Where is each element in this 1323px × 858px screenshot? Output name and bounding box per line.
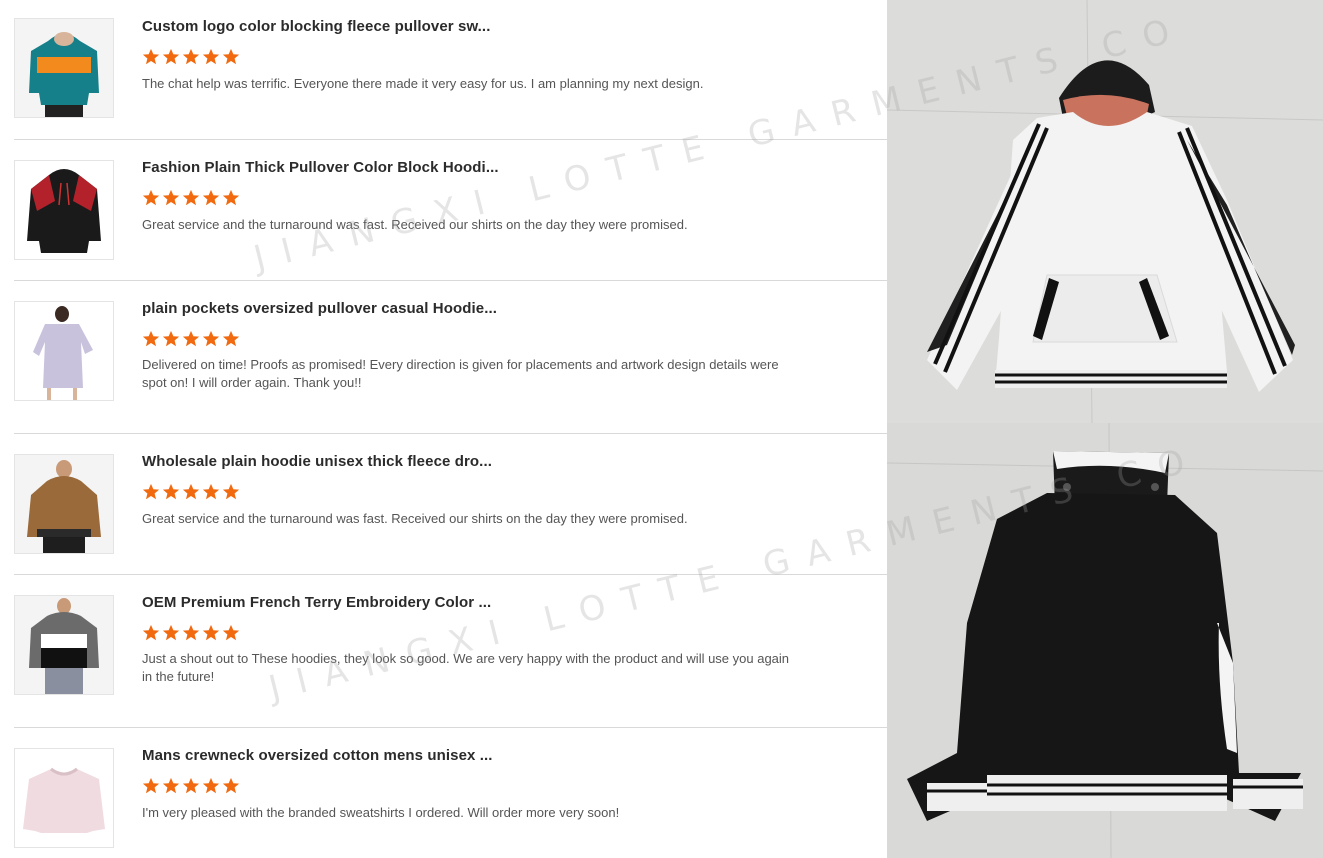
product-title[interactable]: Wholesale plain hoodie unisex thick flee… — [142, 453, 502, 470]
review-item: Mans crewneck oversized cotton mens unis… — [0, 728, 887, 858]
review-text: Great service and the turnaround was fas… — [142, 217, 688, 232]
product-title[interactable]: OEM Premium French Terry Embroidery Colo… — [142, 594, 502, 611]
product-thumbnail[interactable] — [14, 160, 114, 260]
product-title[interactable]: Fashion Plain Thick Pullover Color Block… — [142, 159, 502, 176]
product-thumbnail[interactable] — [14, 454, 114, 554]
star-icon — [222, 48, 240, 65]
product-thumbnail[interactable] — [14, 18, 114, 118]
star-icon — [162, 777, 180, 794]
star-icon — [142, 48, 160, 65]
rating-stars — [142, 48, 240, 66]
product-photo-front[interactable] — [887, 0, 1323, 423]
star-icon — [162, 189, 180, 206]
product-thumbnail[interactable] — [14, 301, 114, 401]
star-icon — [182, 189, 200, 206]
star-icon — [222, 483, 240, 500]
star-icon — [222, 189, 240, 206]
product-photo-back[interactable] — [887, 423, 1323, 858]
star-icon — [202, 330, 220, 347]
star-icon — [162, 483, 180, 500]
product-title[interactable]: Custom logo color blocking fleece pullov… — [142, 18, 502, 35]
review-list: Custom logo color blocking fleece pullov… — [0, 0, 887, 858]
product-title[interactable]: Mans crewneck oversized cotton mens unis… — [142, 747, 502, 764]
rating-stars — [142, 330, 240, 348]
star-icon — [182, 330, 200, 347]
review-text: Delivered on time! Proofs as promised! E… — [142, 357, 779, 390]
review-item: OEM Premium French Terry Embroidery Colo… — [0, 575, 887, 728]
star-icon — [182, 483, 200, 500]
star-icon — [202, 777, 220, 794]
review-item: Fashion Plain Thick Pullover Color Block… — [0, 140, 887, 281]
product-photo-panel — [887, 0, 1323, 858]
review-item: plain pockets oversized pullover casual … — [0, 281, 887, 434]
product-thumbnail[interactable] — [14, 748, 114, 848]
star-icon — [202, 189, 220, 206]
star-icon — [222, 330, 240, 347]
review-text: The chat help was terrific. Everyone the… — [142, 76, 704, 91]
star-icon — [162, 624, 180, 641]
star-icon — [182, 48, 200, 65]
review-item: Wholesale plain hoodie unisex thick flee… — [0, 434, 887, 575]
review-text: Just a shout out to These hoodies, they … — [142, 651, 790, 684]
star-icon — [142, 624, 160, 641]
product-thumbnail[interactable] — [14, 595, 114, 695]
star-icon — [202, 48, 220, 65]
star-icon — [142, 330, 160, 347]
star-icon — [202, 483, 220, 500]
rating-stars — [142, 483, 240, 501]
star-icon — [142, 483, 160, 500]
star-icon — [222, 777, 240, 794]
star-icon — [162, 48, 180, 65]
star-icon — [182, 777, 200, 794]
star-icon — [182, 624, 200, 641]
product-title[interactable]: plain pockets oversized pullover casual … — [142, 300, 502, 317]
rating-stars — [142, 777, 240, 795]
review-text: I'm very pleased with the branded sweats… — [142, 805, 620, 820]
review-text: Great service and the turnaround was fas… — [142, 511, 688, 526]
rating-stars — [142, 189, 240, 207]
star-icon — [142, 777, 160, 794]
star-icon — [222, 624, 240, 641]
star-icon — [162, 330, 180, 347]
review-item: Custom logo color blocking fleece pullov… — [0, 0, 887, 140]
star-icon — [142, 189, 160, 206]
star-icon — [202, 624, 220, 641]
rating-stars — [142, 624, 240, 642]
